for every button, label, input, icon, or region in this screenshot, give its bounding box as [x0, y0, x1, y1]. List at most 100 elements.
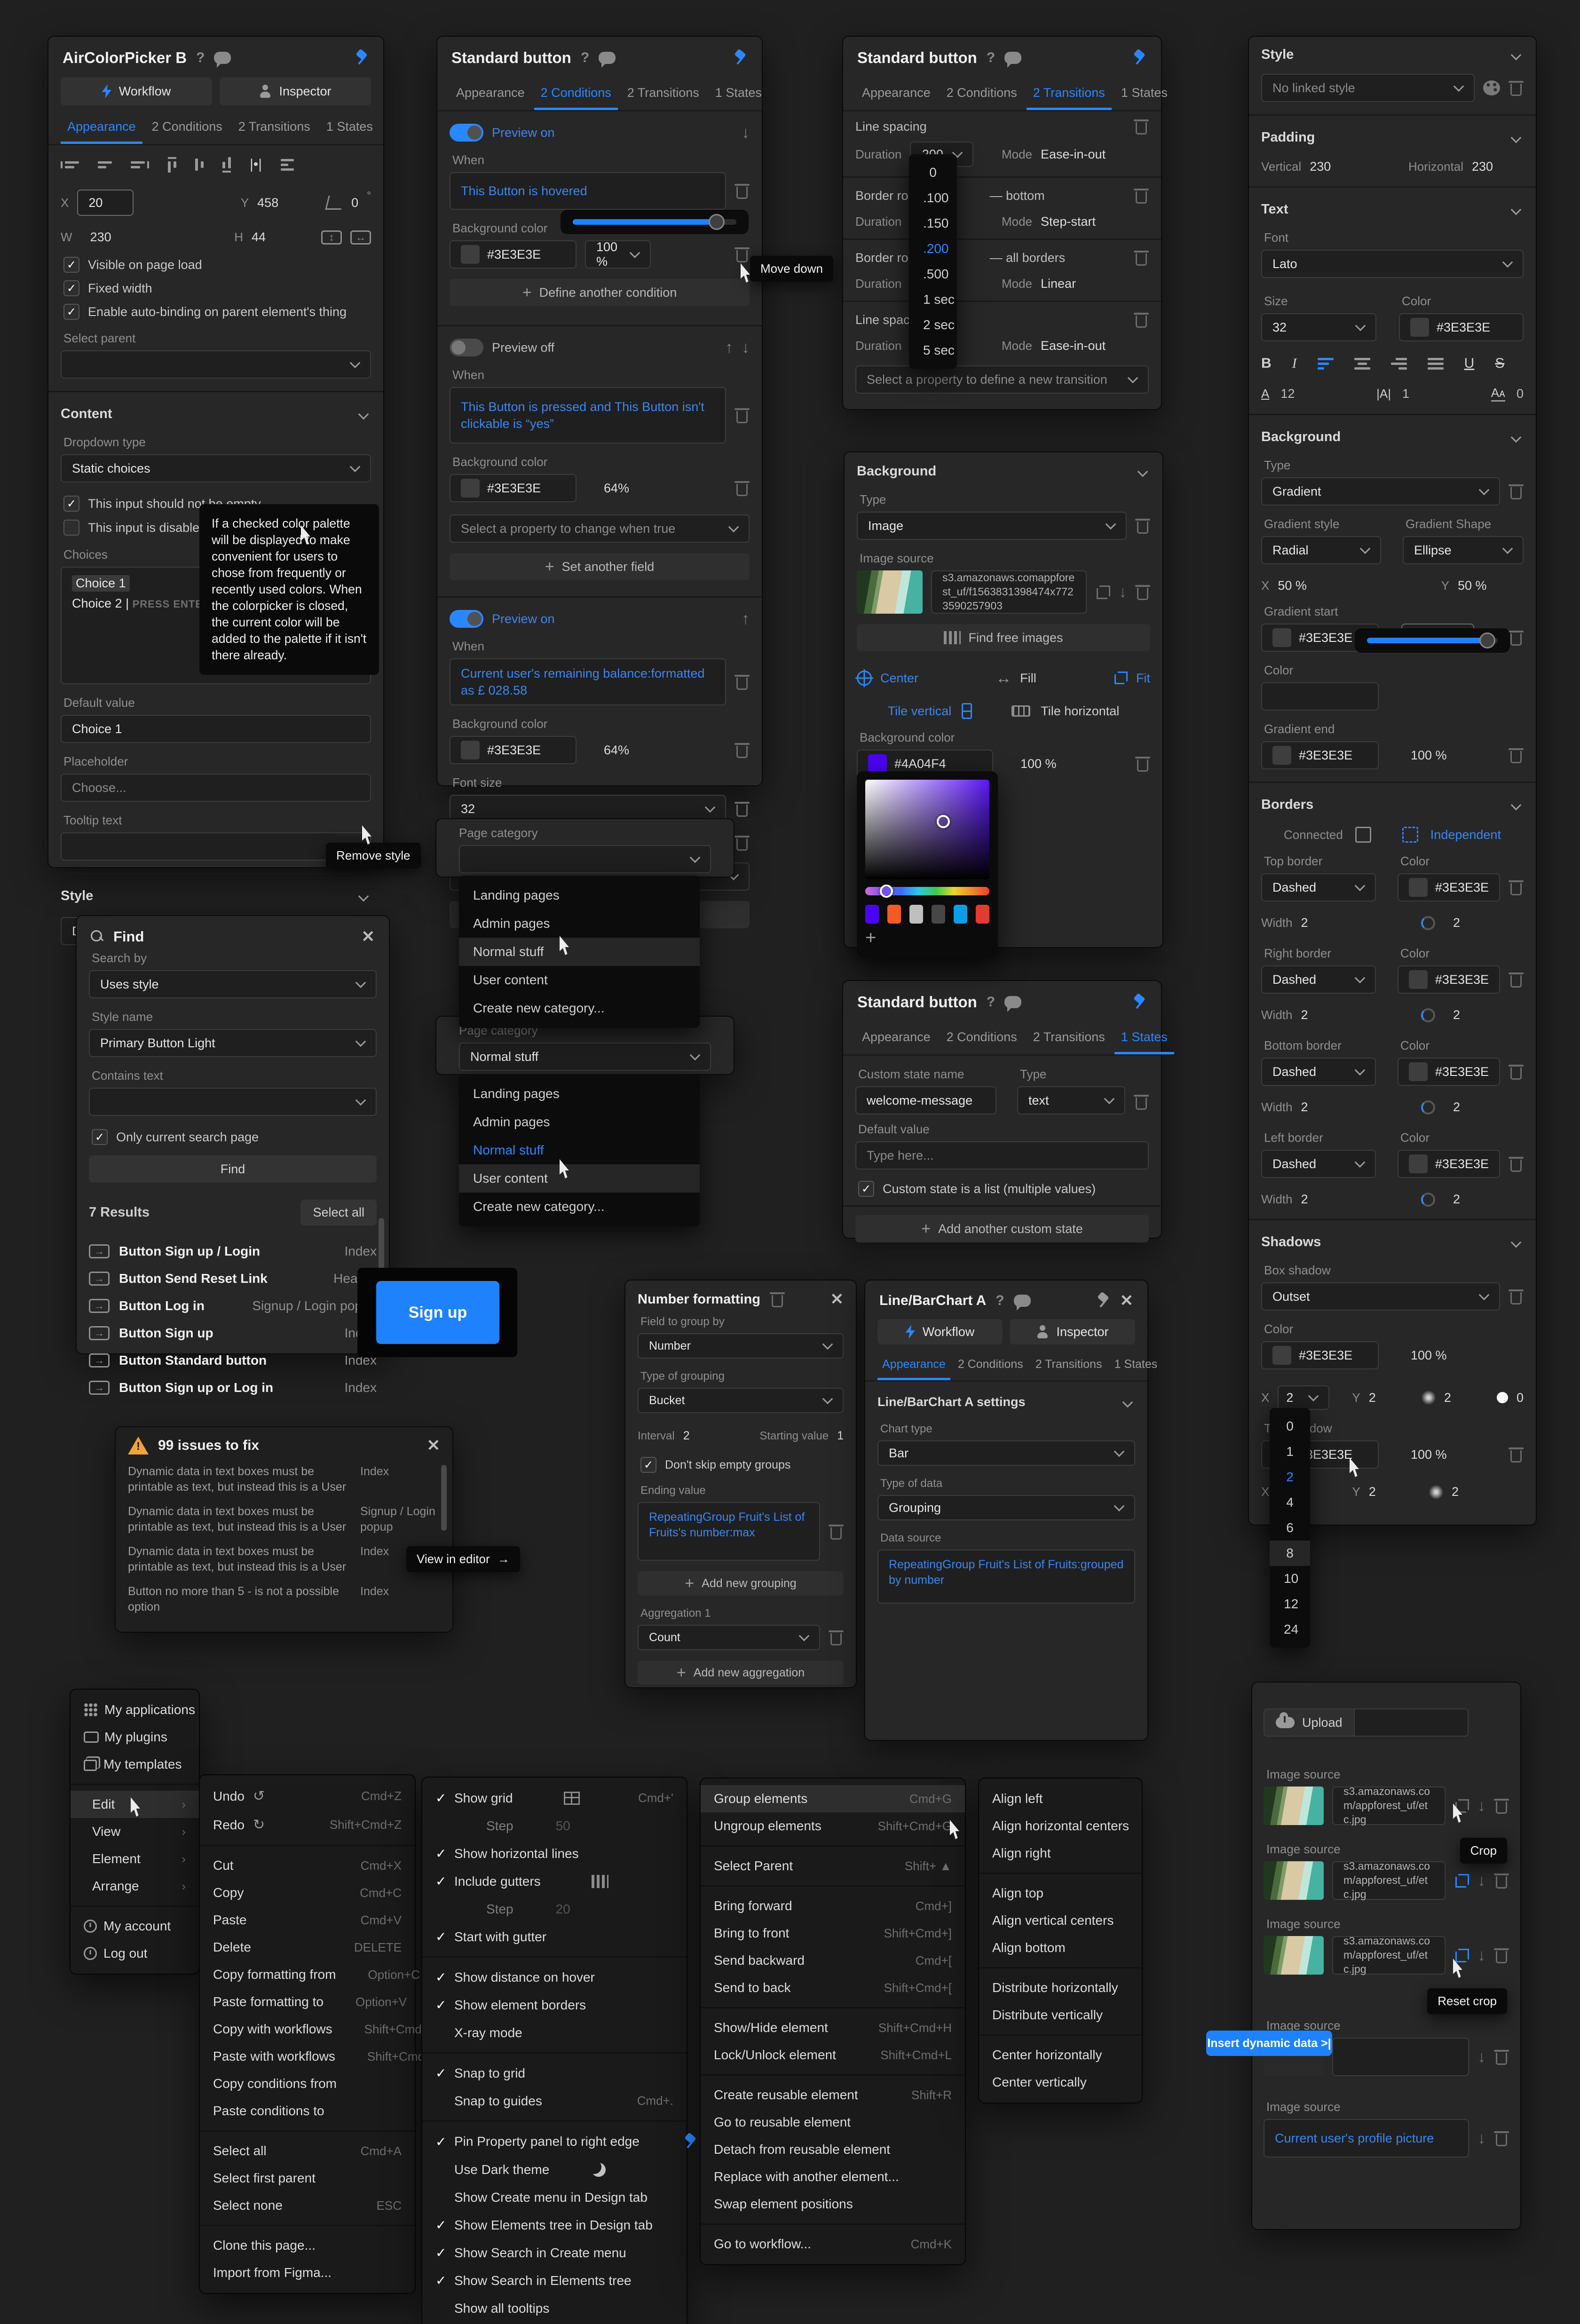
- bg-type-select[interactable]: Image: [857, 512, 1127, 540]
- trash-icon[interactable]: [1509, 79, 1524, 96]
- state-type-select[interactable]: text: [1017, 1086, 1125, 1115]
- border-style-select[interactable]: Dashed: [1261, 873, 1376, 901]
- menu-item[interactable]: ✓ Show Create menu in Design tab: [422, 2183, 687, 2211]
- dynamic-expression[interactable]: Current user's profile picture: [1275, 2131, 1434, 2146]
- menu-item[interactable]: Center horizontally: [979, 2041, 1142, 2069]
- tile-vertical-option[interactable]: Tile vertical: [888, 704, 952, 719]
- comment-icon[interactable]: [1014, 1295, 1031, 1307]
- picker-knob[interactable]: [937, 815, 950, 828]
- menu-item[interactable]: Cut Cmd+X: [200, 1852, 415, 1879]
- x-value[interactable]: 50 %: [1278, 578, 1307, 593]
- tab[interactable]: 1 States: [709, 79, 768, 110]
- tab[interactable]: 2 Transitions: [1027, 79, 1112, 110]
- field-select[interactable]: Number: [638, 1333, 844, 1359]
- menu-item[interactable]: Distribute horizontally: [979, 1974, 1142, 2001]
- crop-icon[interactable]: [1095, 585, 1110, 600]
- page-category-select[interactable]: [459, 845, 711, 873]
- menu-item[interactable]: Undo Cmd+Z: [200, 1782, 415, 1810]
- palette-swatch[interactable]: [932, 905, 945, 924]
- image-thumbnail[interactable]: [857, 570, 923, 614]
- menu-item[interactable]: ✓: [422, 1956, 687, 1958]
- trash-icon[interactable]: [1134, 1093, 1149, 1110]
- pin-icon[interactable]: [1095, 1293, 1111, 1309]
- menu-item[interactable]: Align right: [979, 1840, 1142, 1867]
- dropdown-option[interactable]: User content: [459, 966, 700, 994]
- contains-text-select[interactable]: [89, 1088, 377, 1116]
- border-style-select[interactable]: Dashed: [1261, 1058, 1376, 1086]
- align-right-icon[interactable]: [131, 161, 149, 168]
- menu-item[interactable]: Bring forward Cmd+]: [701, 1892, 965, 1920]
- menu-item[interactable]: [71, 1905, 199, 1907]
- dropdown-option[interactable]: 0: [909, 160, 957, 185]
- font-size-select[interactable]: 32: [450, 795, 726, 823]
- menu-item[interactable]: Select Parent Shift+ ▲: [701, 1852, 965, 1880]
- pin-icon[interactable]: [732, 50, 748, 66]
- hue-knob[interactable]: [880, 885, 893, 898]
- dropdown-option[interactable]: 10: [1270, 1566, 1310, 1591]
- dropdown-option[interactable]: Create new category...: [459, 1193, 700, 1221]
- menu-item[interactable]: [701, 2007, 965, 2008]
- y-value[interactable]: 50 %: [1458, 578, 1524, 593]
- menu-item[interactable]: Clone this page...: [200, 2232, 415, 2259]
- menu-item[interactable]: My account: [71, 1913, 199, 1940]
- dropdown-option[interactable]: 8: [1270, 1541, 1310, 1566]
- move-up-icon[interactable]: ↑: [725, 340, 733, 356]
- padding-section-header[interactable]: Padding: [1261, 128, 1524, 147]
- trash-icon[interactable]: [1135, 755, 1150, 772]
- start-value[interactable]: 1: [837, 1429, 844, 1443]
- crop-icon[interactable]: [1454, 1873, 1469, 1888]
- bold-button[interactable]: B: [1261, 356, 1272, 372]
- tab[interactable]: Appearance: [61, 113, 142, 144]
- menu-item[interactable]: Group elements Cmd+G: [701, 1785, 965, 1812]
- set-another-field-button[interactable]: +Set another field: [450, 553, 750, 580]
- radius-value[interactable]: 2: [1444, 1008, 1524, 1022]
- result-row[interactable]: → Button Sign up / Login Index: [77, 1238, 389, 1265]
- data-source-input[interactable]: RepeatingGroup Fruit's List of Fruits:gr…: [877, 1549, 1135, 1604]
- box-shadow-select[interactable]: Outset: [1261, 1282, 1500, 1311]
- menu-item[interactable]: ✓: [422, 2120, 687, 2122]
- menu-item[interactable]: Log out: [71, 1940, 199, 1967]
- help-icon[interactable]: ?: [987, 994, 995, 1010]
- trash-icon[interactable]: [829, 1629, 844, 1646]
- tab[interactable]: 2 Conditions: [940, 79, 1024, 110]
- download-icon[interactable]: ↓: [1477, 2049, 1485, 2065]
- color-input[interactable]: #3E3E3E: [450, 736, 577, 764]
- h-value[interactable]: 44: [252, 230, 313, 245]
- dropdown-option[interactable]: .500: [909, 261, 957, 287]
- is-list-check[interactable]: ✓Custom state is a list (multiple values…: [858, 1181, 1146, 1197]
- text-color-input[interactable]: #3E3E3E: [1399, 313, 1524, 341]
- center-option[interactable]: Center: [880, 671, 918, 686]
- menu-item[interactable]: Select first parent: [200, 2165, 415, 2192]
- mode-value[interactable]: Ease-in-out: [1041, 147, 1149, 162]
- select-all-button[interactable]: Select all: [300, 1200, 377, 1225]
- image-url-input[interactable]: s3.amazonaws.com/appforest_uf/etc.jpg: [1332, 1936, 1446, 1975]
- border-style-select[interactable]: Dashed: [1261, 1150, 1376, 1178]
- menu-item[interactable]: ✓ Snap to grid: [422, 2059, 687, 2087]
- trash-icon[interactable]: [735, 407, 750, 424]
- italic-button[interactable]: I: [1292, 356, 1297, 372]
- trash-icon[interactable]: [1509, 879, 1524, 896]
- gradient-end-color[interactable]: #3E3E3E: [1261, 741, 1379, 769]
- menu-item[interactable]: ✓ Show Search in Create menu: [422, 2239, 687, 2267]
- slider-track[interactable]: [1367, 638, 1498, 643]
- menu-item[interactable]: Arrange ›: [71, 1873, 199, 1900]
- saturation-square[interactable]: [865, 780, 989, 879]
- shadow-y-value[interactable]: 2: [1369, 1391, 1376, 1405]
- dropdown-option[interactable]: .100: [909, 185, 957, 211]
- menu-item[interactable]: Distribute vertically: [979, 2001, 1142, 2029]
- close-icon[interactable]: ✕: [427, 1438, 441, 1454]
- menu-item[interactable]: ✓ Show Search in Elements tree: [422, 2267, 687, 2294]
- checkbox-row[interactable]: ✓Enable auto-binding on parent element's…: [63, 304, 368, 320]
- radius-value[interactable]: 2: [1444, 916, 1524, 930]
- menu-item[interactable]: Element ›: [71, 1845, 199, 1873]
- menu-item[interactable]: Copy formatting from Option+C: [200, 1961, 415, 1988]
- y-value[interactable]: 458: [257, 196, 318, 210]
- border-color-input[interactable]: #3E3E3E: [1398, 965, 1500, 994]
- result-row[interactable]: → Button Sign up or Log in Index: [77, 1374, 389, 1401]
- radius-value[interactable]: 2: [1444, 1100, 1524, 1115]
- ending-value-input[interactable]: RepeatingGroup Fruit's List of Fruits's …: [638, 1502, 820, 1561]
- menu-item[interactable]: Select all Cmd+A: [200, 2137, 415, 2165]
- pin-icon[interactable]: [1131, 50, 1147, 66]
- content-section-header[interactable]: Content: [61, 404, 371, 424]
- checkbox[interactable]: ✓: [63, 520, 79, 536]
